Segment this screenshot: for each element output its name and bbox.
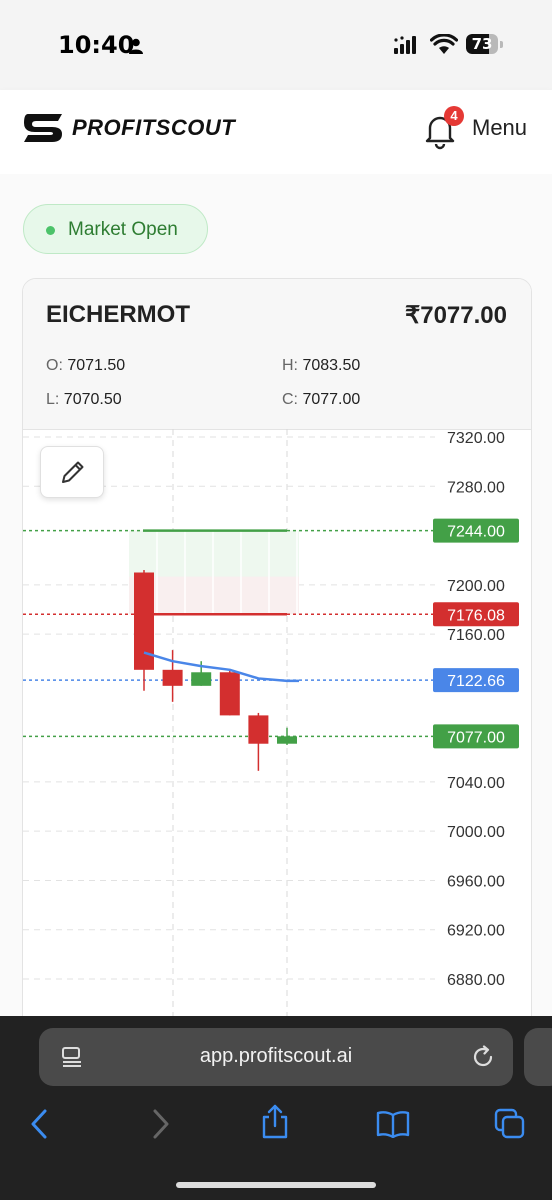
stock-card: EICHERMOT ₹7077.00 O: 7071.50 H: 7083.50… [22,278,532,1040]
brand-name: PROFITSCOUT [72,115,236,140]
candle-body-1 [162,669,183,686]
cellular-signal-icon [394,36,416,54]
y-tick-label: 6920.00 [447,923,505,940]
price-chart[interactable]: 7320.00 7280.00 7200.00 7160.00 7040.00 7000.… [23,429,531,1039]
quote-header: EICHERMOT ₹7077.00 O: 7071.50 H: 7083.50… [23,279,531,430]
y-tick-label: 7160.00 [447,627,505,644]
price-tag-label-0: 7244.00 [447,524,505,541]
status-time: 10:40 [58,31,135,59]
pencil-icon [62,461,84,483]
y-tick-label: 7280.00 [447,479,505,496]
app-header: PROFITSCOUT 4 Menu [0,90,552,174]
wifi-icon [430,34,458,54]
forward-icon[interactable] [148,1108,172,1140]
candle-body-3 [219,672,240,716]
notification-badge: 4 [444,106,464,126]
price-tag-label-3: 7077.00 [447,729,505,746]
price-tag-label-1: 7176.08 [447,607,505,624]
y-tick-label: 6880.00 [447,972,505,989]
price-tag-label-2: 7122.66 [447,673,505,690]
candle-body-4 [248,715,269,744]
stock-symbol: EICHERMOT [46,301,190,328]
bookmarks-icon[interactable] [376,1110,410,1138]
stock-price: ₹7077.00 [404,302,507,329]
draw-tool-button[interactable] [40,446,104,498]
profitscout-logo-icon [24,114,62,142]
ohlc-open: O: 7071.50 [46,357,126,374]
back-icon[interactable] [28,1108,52,1140]
person-icon [129,38,143,54]
y-tick-label: 6960.00 [447,873,505,890]
browser-toolbar: app.profitscout.ai [0,1016,552,1200]
battery-percent: 73 [471,35,493,53]
status-bar: 10:40 73 [0,0,552,90]
y-tick-label: 7320.00 [447,430,505,447]
menu-button[interactable]: Menu [472,115,527,141]
target-zone-upper [129,530,299,577]
y-tick-label: 7040.00 [447,775,505,792]
tabs-icon[interactable] [494,1108,526,1140]
home-indicator [176,1182,376,1188]
page-content: Market Open EICHERMOT ₹7077.00 O: 7071.5… [0,174,552,1040]
next-tab-preview[interactable] [524,1028,552,1086]
market-status-dot [46,226,55,235]
y-tick-label: 7200.00 [447,578,505,595]
ohlc-close: C: 7077.00 [282,391,361,408]
candle-body-2 [191,672,212,686]
share-icon[interactable] [260,1104,290,1140]
battery-icon: 73 [466,34,504,56]
candle-body-5 [277,736,297,744]
market-status-badge: Market Open [23,204,208,254]
y-tick-label: 7000.00 [447,824,505,841]
address-bar[interactable]: app.profitscout.ai [39,1028,513,1086]
ohlc-low: L: 7070.50 [46,391,122,408]
ohlc-high: H: 7083.50 [282,357,361,374]
reload-icon[interactable] [471,1045,495,1069]
market-status-label: Market Open [68,219,178,240]
url-text: app.profitscout.ai [199,1045,353,1067]
notifications-button[interactable]: 4 [420,106,464,154]
